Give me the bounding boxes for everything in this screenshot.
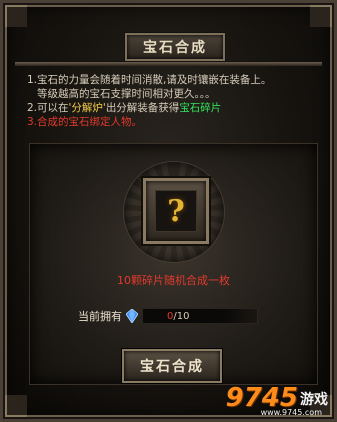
description-line-3-mid: 出分解装备获得 <box>105 102 180 114</box>
fragment-count-total: /10 <box>173 310 190 322</box>
description: 1.宝石的力量会随着时间消散,请及时镶嵌在装备上。 等级越高的宝石支撑时间相对更… <box>27 73 327 129</box>
watermark-url: www.9745.com <box>260 408 322 417</box>
watermark-text: 游戏 <box>300 392 328 408</box>
frame-corner <box>5 5 27 27</box>
window-title: 宝石合成 <box>125 33 225 61</box>
description-line-2: 等级越高的宝石支撑时间相对更久。。。 <box>37 88 216 100</box>
game-window: 宝石合成 1.宝石的力量会随着时间消散,请及时镶嵌在装备上。 等级越高的宝石支撑… <box>0 0 337 422</box>
description-line-4: 3.合成的宝石绑定人物。 <box>27 116 143 128</box>
gem-icon <box>126 309 138 323</box>
description-line-1: 1.宝石的力量会随着时间消散,请及时镶嵌在装备上。 <box>27 74 272 86</box>
ownership-row: 当前拥有 0/10 <box>78 308 258 324</box>
ownership-label: 当前拥有 <box>78 310 122 323</box>
question-icon: ? <box>155 190 197 232</box>
gem-fragment-label: 宝石碎片 <box>179 102 222 114</box>
frame-corner <box>5 395 27 417</box>
fragment-count: 0/10 <box>142 308 258 324</box>
description-line-3-prefix: 2.可以在 <box>27 102 69 114</box>
synthesis-panel: ? 10颗碎片随机合成一枚 当前拥有 0/10 宝石合成 <box>29 143 318 385</box>
synthesize-button[interactable]: 宝石合成 <box>122 349 222 383</box>
frame-corner <box>310 5 332 27</box>
synthesis-info: 10颗碎片随机合成一枚 <box>117 274 230 287</box>
decompose-furnace-label: '分解炉' <box>68 102 106 114</box>
result-slot[interactable]: ? <box>143 178 209 244</box>
description-line-3: 2.可以在'分解炉'出分解装备获得宝石碎片 <box>27 101 327 115</box>
title-divider <box>15 61 322 66</box>
